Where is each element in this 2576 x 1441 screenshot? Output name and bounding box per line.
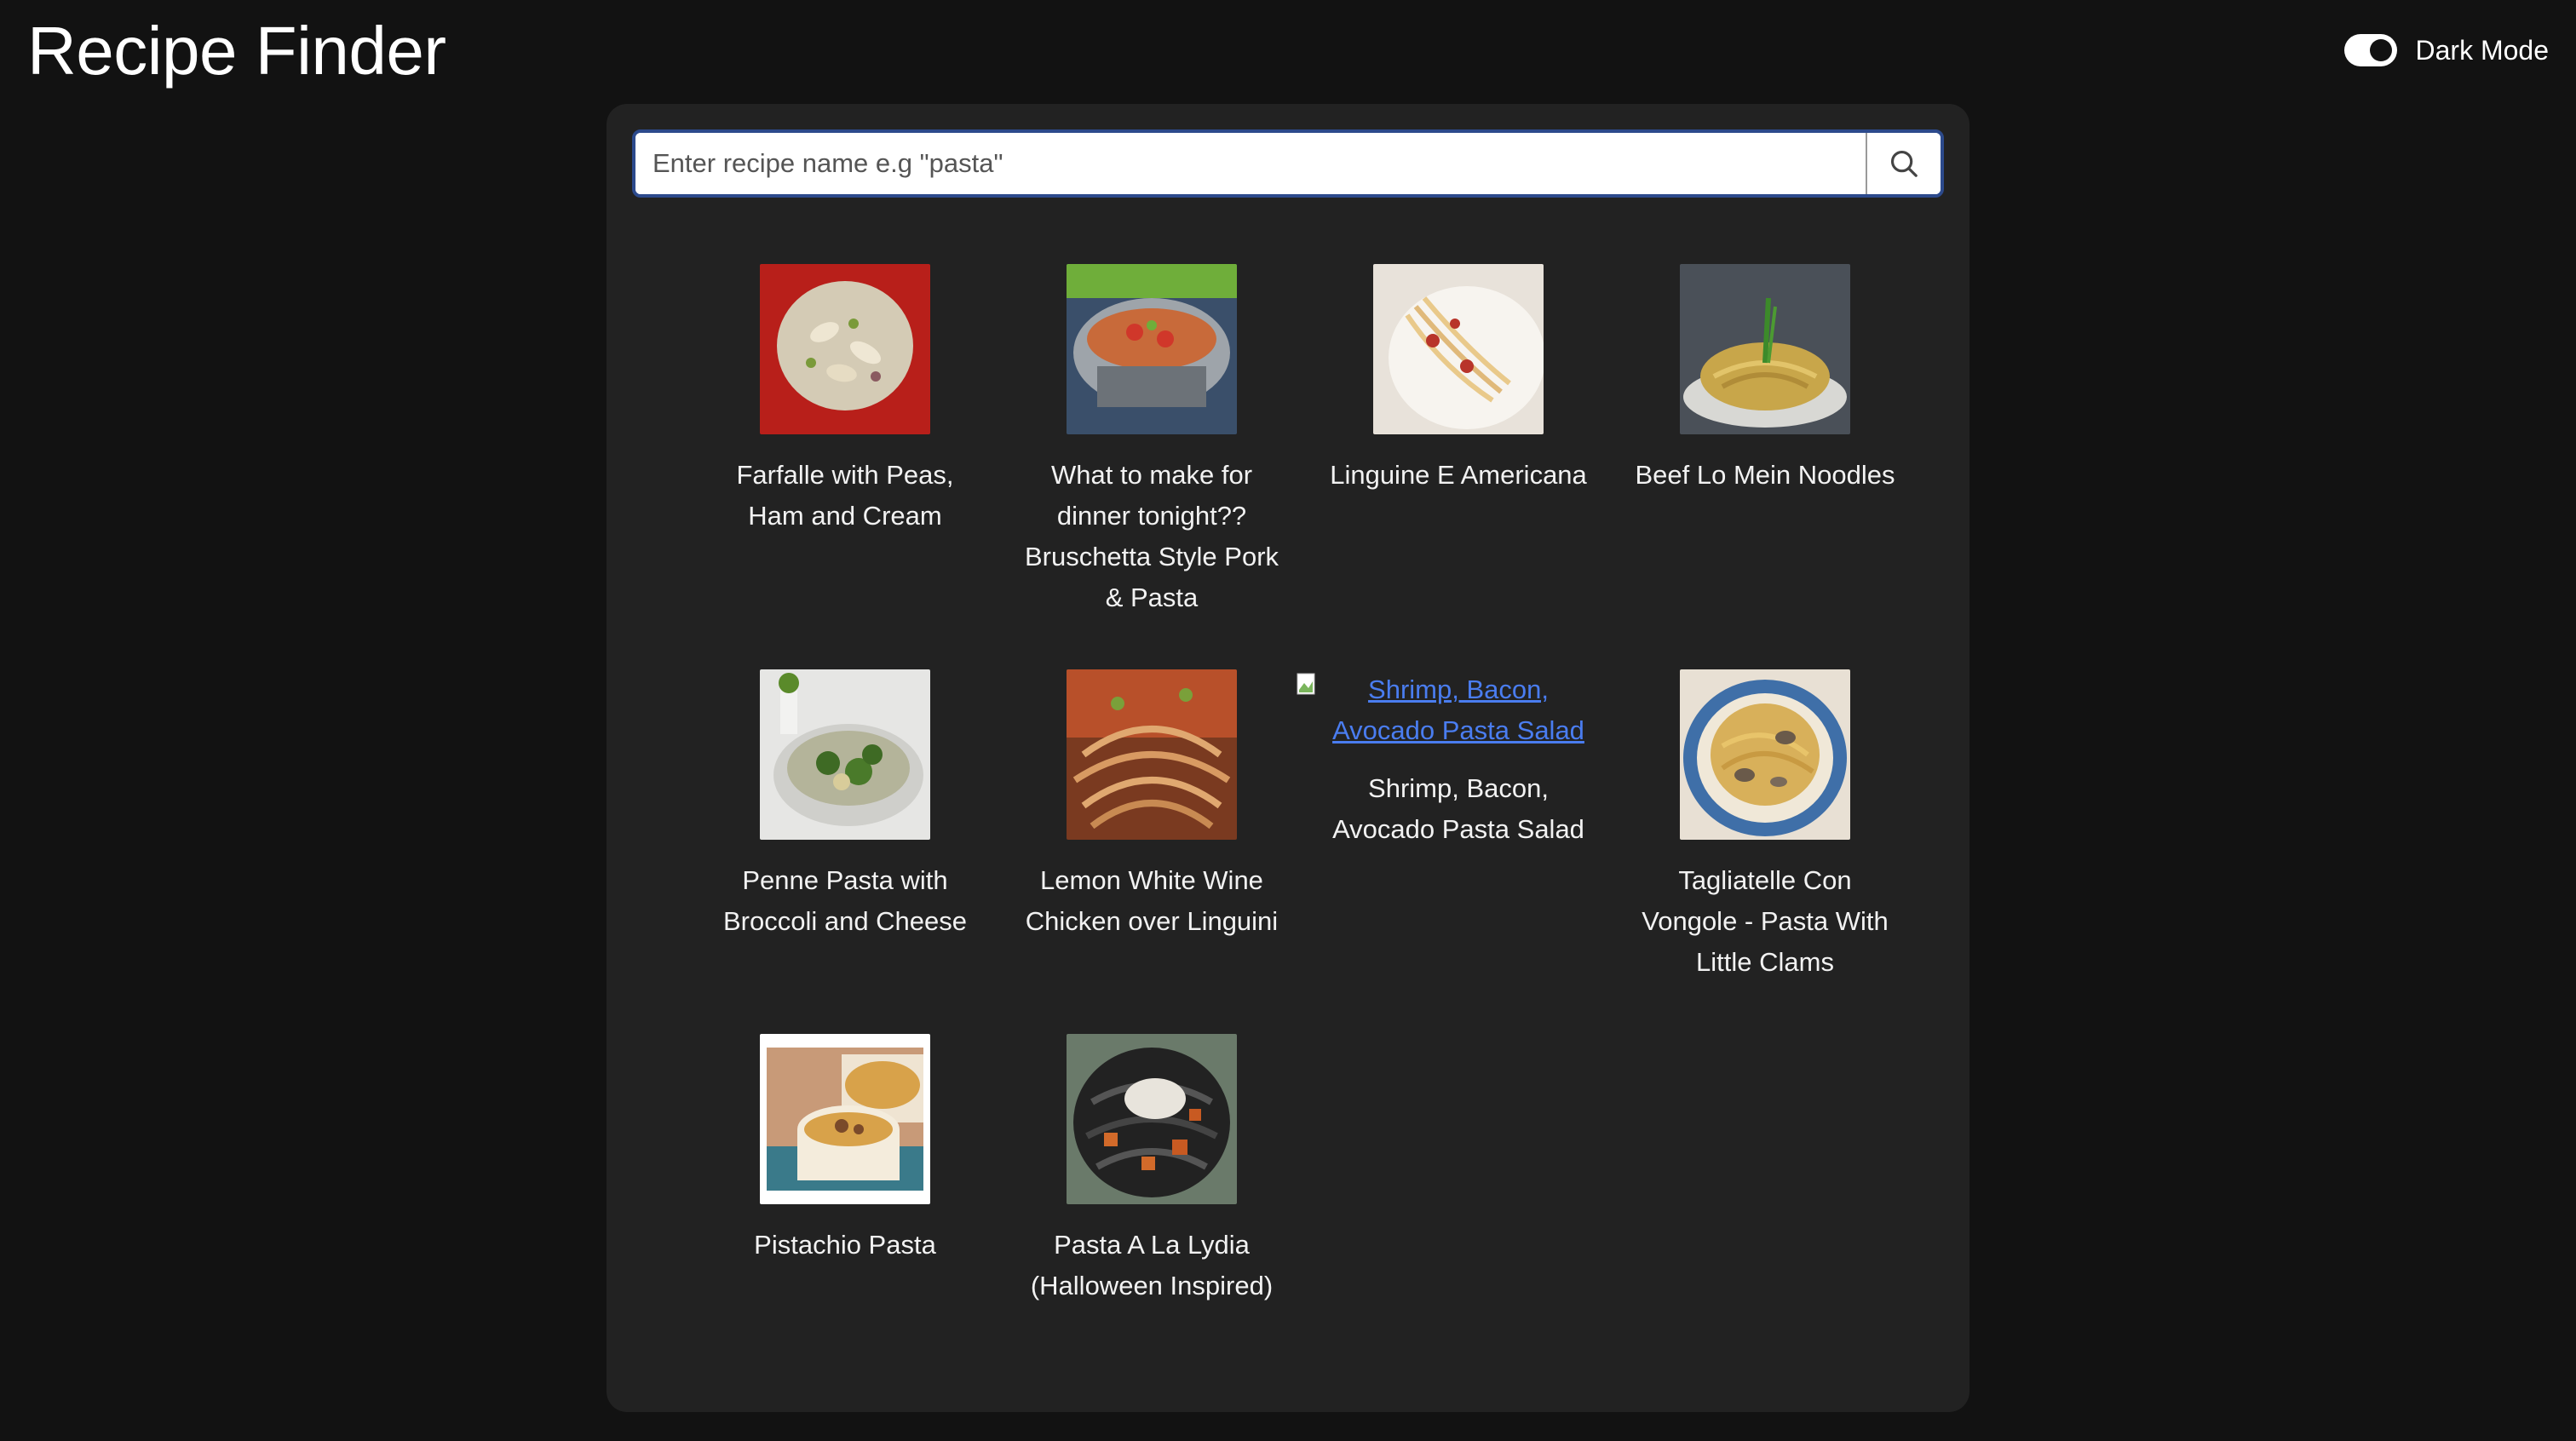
dark-mode-switch[interactable] — [2343, 34, 2397, 66]
penne-broccoli-photo — [760, 669, 930, 840]
recipe-title: Tagliatelle Con Vongole - Pasta With Lit… — [1642, 865, 1889, 977]
broken-image: Shrimp, Bacon, Avocado Pasta Salad — [1297, 669, 1595, 751]
recipe-card[interactable]: Farfalle with Peas, Ham and Cream — [692, 264, 998, 669]
recipe-card[interactable]: Pistachio Pasta — [692, 1034, 998, 1306]
recipe-panel: Farfalle with Peas, Ham and Cream What t… — [607, 104, 1969, 1412]
lemon-chicken-photo — [1067, 669, 1237, 840]
recipe-title: Linguine E Americana — [1330, 460, 1587, 490]
recipe-card[interactable]: Lemon White Wine Chicken over Linguini — [998, 669, 1305, 1034]
recipe-grid: Farfalle with Peas, Ham and Cream What t… — [692, 264, 1918, 1306]
dark-mode-label: Dark Mode — [2415, 34, 2550, 66]
recipe-title: Penne Pasta with Broccoli and Cheese — [722, 865, 968, 936]
lydia-photo — [1067, 1034, 1237, 1204]
tagliatelle-photo — [1680, 669, 1850, 840]
recipe-card[interactable]: Penne Pasta with Broccoli and Cheese — [692, 669, 998, 1034]
recipe-title: Pistachio Pasta — [754, 1230, 936, 1260]
recipe-title: Lemon White Wine Chicken over Linguini — [1025, 865, 1279, 936]
recipe-card[interactable]: Linguine E Americana — [1305, 264, 1612, 669]
recipe-title: What to make for dinner tonight?? Brusch… — [1024, 460, 1279, 612]
app-title: Recipe Finder — [27, 13, 446, 89]
search-input[interactable] — [635, 133, 1866, 194]
farfalle-photo — [760, 264, 930, 434]
pistachio-photo — [760, 1034, 930, 1204]
recipe-card[interactable]: What to make for dinner tonight?? Brusch… — [998, 264, 1305, 669]
search-icon — [1890, 150, 1918, 177]
broken-image-icon — [1297, 673, 1315, 695]
recipe-card[interactable]: Shrimp, Bacon, Avocado Pasta Salad Shrim… — [1297, 669, 1612, 1034]
lo-mein-photo — [1680, 264, 1850, 434]
recipe-title: Pasta A La Lydia (Halloween Inspired) — [1030, 1230, 1274, 1300]
search-bar — [632, 129, 1944, 198]
recipe-card[interactable]: Beef Lo Mein Noodles — [1612, 264, 1918, 669]
linguine-photo — [1373, 264, 1544, 434]
image-alt-text: Shrimp, Bacon, Avocado Pasta Salad — [1332, 675, 1584, 745]
image-alt-link[interactable]: Shrimp, Bacon, Avocado Pasta Salad — [1297, 669, 1595, 751]
recipe-card[interactable]: Pasta A La Lydia (Halloween Inspired) — [998, 1034, 1305, 1306]
recipe-title: Shrimp, Bacon, Avocado Pasta Salad — [1332, 773, 1584, 844]
recipe-title: Farfalle with Peas, Ham and Cream — [736, 460, 954, 531]
recipe-card[interactable]: Tagliatelle Con Vongole - Pasta With Lit… — [1612, 669, 1918, 1034]
bruschetta-pork-photo — [1067, 264, 1237, 434]
recipe-title: Beef Lo Mein Noodles — [1635, 460, 1895, 490]
dark-mode-toggle[interactable]: Dark Mode — [2343, 34, 2550, 66]
search-button[interactable] — [1866, 133, 1941, 194]
switch-knob — [2369, 39, 2392, 61]
